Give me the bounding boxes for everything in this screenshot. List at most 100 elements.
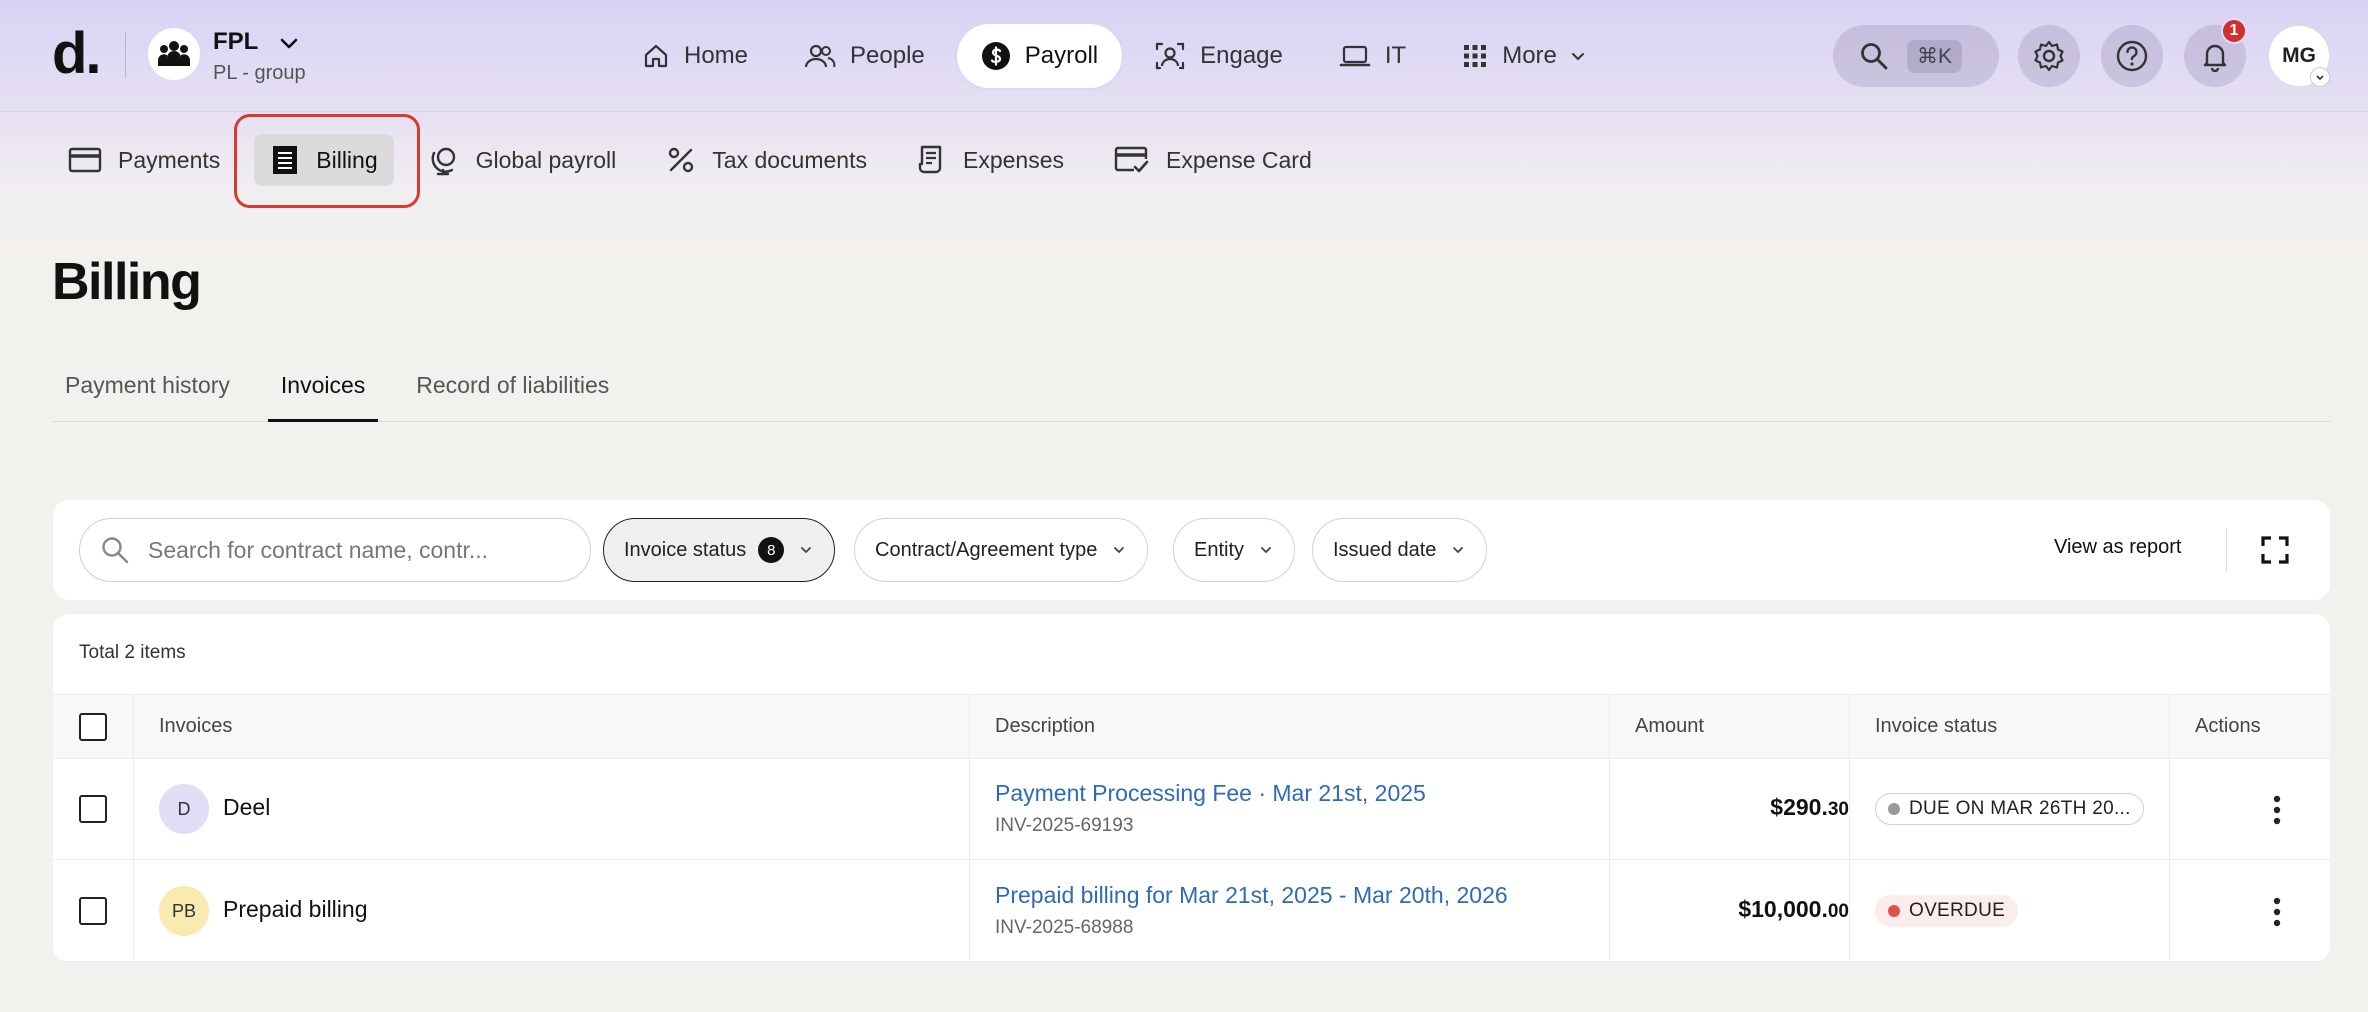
subnav-global-payroll-label: Global payroll <box>475 146 617 173</box>
nav-payroll[interactable]: Payroll <box>956 24 1123 88</box>
avatar: PB <box>159 886 209 936</box>
nav-engage[interactable]: Engage <box>1130 24 1307 88</box>
nav-home-label: Home <box>684 42 749 69</box>
help-button[interactable] <box>2101 25 2163 87</box>
group-icon <box>158 41 190 66</box>
bell-icon <box>2203 44 2227 72</box>
nav-more[interactable]: More <box>1438 24 1611 88</box>
nav-people[interactable]: People <box>780 24 949 88</box>
total-items: Total 2 items <box>79 642 186 663</box>
laptop-icon <box>1339 45 1371 67</box>
contract-type-filter[interactable]: Contract/Agreement type <box>854 518 1149 582</box>
subnav-expenses-label: Expenses <box>962 146 1064 173</box>
settings-button[interactable] <box>2018 25 2080 87</box>
billing-highlight-box <box>234 114 420 208</box>
global-search-button[interactable]: ⌘K <box>1833 25 1999 87</box>
card-check-icon <box>1114 146 1149 173</box>
row-checkbox[interactable] <box>79 897 107 925</box>
more-vertical-icon[interactable] <box>2273 897 2281 927</box>
chevron-down-icon <box>1114 547 1125 554</box>
grid-icon <box>1464 45 1487 67</box>
row-checkbox[interactable] <box>79 795 107 823</box>
tab-invoices[interactable]: Invoices <box>267 360 379 422</box>
entity-filter[interactable]: Entity <box>1173 518 1296 582</box>
contract-type-filter-label: Contract/Agreement type <box>875 538 1098 561</box>
chevron-down-icon[interactable] <box>278 32 300 54</box>
nav-people-label: People <box>850 42 925 69</box>
nav-engage-label: Engage <box>1200 42 1283 69</box>
issued-date-filter-label: Issued date <box>1333 538 1437 561</box>
status-label: OVERDUE <box>1909 900 2006 921</box>
nav-home[interactable]: Home <box>618 24 772 88</box>
engage-icon <box>1156 42 1185 70</box>
org-avatar[interactable] <box>148 28 200 80</box>
subnav-payments[interactable]: Payments <box>52 134 236 186</box>
invoice-status-filter[interactable]: Invoice status 8 <box>603 518 836 582</box>
search-icon <box>1861 43 1888 70</box>
search-shortcut: ⌘K <box>1907 39 1963 73</box>
main-nav: Home People Payroll Engage IT More <box>618 24 1619 88</box>
org-subtitle: PL - group <box>213 62 306 84</box>
column-invoices[interactable]: Invoices <box>159 715 232 738</box>
subnav-tax-documents[interactable]: Tax documents <box>650 134 883 186</box>
entity-filter-label: Entity <box>1194 538 1245 561</box>
deel-logo[interactable]: d. <box>52 20 102 87</box>
status-badge: OVERDUE <box>1875 895 2019 927</box>
column-invoice-status[interactable]: Invoice status <box>1875 715 1997 738</box>
select-all-checkbox[interactable] <box>79 713 107 741</box>
card-icon <box>68 147 102 173</box>
amount-cents: 30 <box>1827 799 1849 820</box>
invoice-name: Prepaid billing <box>223 896 368 922</box>
expand-icon[interactable] <box>2258 533 2292 567</box>
amount-whole: $290. <box>1770 794 1828 820</box>
chevron-down-icon <box>1571 53 1584 61</box>
subnav-global-payroll[interactable]: Global payroll <box>412 134 633 186</box>
search-icon <box>102 537 129 564</box>
tab-record-of-liabilities[interactable]: Record of liabilities <box>403 360 622 422</box>
invoice-amount: $10,000.00 <box>1738 896 1849 923</box>
table-header: Invoices Description Amount Invoice stat… <box>53 694 2330 759</box>
chevron-down-icon <box>1453 547 1464 554</box>
invoice-id: INV-2025-69193 <box>995 815 1134 836</box>
tab-payment-history[interactable]: Payment history <box>52 360 243 422</box>
invoice-name: Deel <box>223 794 271 820</box>
view-as-report-button[interactable]: View as report <box>2054 536 2181 559</box>
logo-divider <box>125 32 126 78</box>
invoice-status-count-badge: 8 <box>758 537 785 563</box>
filter-divider <box>2226 528 2227 572</box>
table-row[interactable]: PB Prepaid billing Prepaid billing for M… <box>53 861 2330 962</box>
more-vertical-icon[interactable] <box>2273 795 2281 825</box>
nav-it[interactable]: IT <box>1315 24 1430 88</box>
help-icon <box>2116 40 2148 72</box>
table-row[interactable]: D Deel Payment Processing Fee · Mar 21st… <box>53 759 2330 860</box>
subnav-expenses[interactable]: Expenses <box>901 134 1080 186</box>
nav-more-label: More <box>1502 42 1557 69</box>
percent-icon <box>669 147 694 173</box>
column-amount[interactable]: Amount <box>1635 715 1704 738</box>
invoice-amount: $290.30 <box>1770 794 1849 821</box>
invoice-description-link[interactable]: Prepaid billing for Mar 21st, 2025 - Mar… <box>995 882 1508 909</box>
home-icon <box>644 44 668 68</box>
issued-date-filter[interactable]: Issued date <box>1312 518 1488 582</box>
invoice-description-link[interactable]: Payment Processing Fee · Mar 21st, 2025 <box>995 780 1426 807</box>
amount-cents: 00 <box>1827 901 1849 922</box>
org-name[interactable]: FPL <box>213 28 258 56</box>
invoice-search-input[interactable] <box>148 536 568 564</box>
chevron-down-icon <box>801 547 812 554</box>
subnav-expense-card-label: Expense Card <box>1166 146 1312 173</box>
amount-whole: $10,000. <box>1738 896 1828 922</box>
people-icon <box>804 44 836 68</box>
subnav-tax-documents-label: Tax documents <box>712 146 867 173</box>
status-dot <box>1888 905 1900 917</box>
invoices-table: Total 2 items Invoices Description Amoun… <box>53 614 2330 962</box>
notification-badge: 1 <box>2221 18 2247 44</box>
invoice-search-field[interactable] <box>79 518 591 582</box>
subnav-expense-card[interactable]: Expense Card <box>1098 134 1328 186</box>
avatar-chevron-icon[interactable] <box>2310 67 2330 87</box>
subnav-payments-label: Payments <box>118 146 221 173</box>
globe-icon <box>431 147 455 176</box>
chevron-down-icon <box>1261 547 1271 554</box>
invoice-id: INV-2025-68988 <box>995 917 1134 938</box>
invoice-status-filter-label: Invoice status <box>624 538 747 561</box>
column-description[interactable]: Description <box>995 715 1095 738</box>
